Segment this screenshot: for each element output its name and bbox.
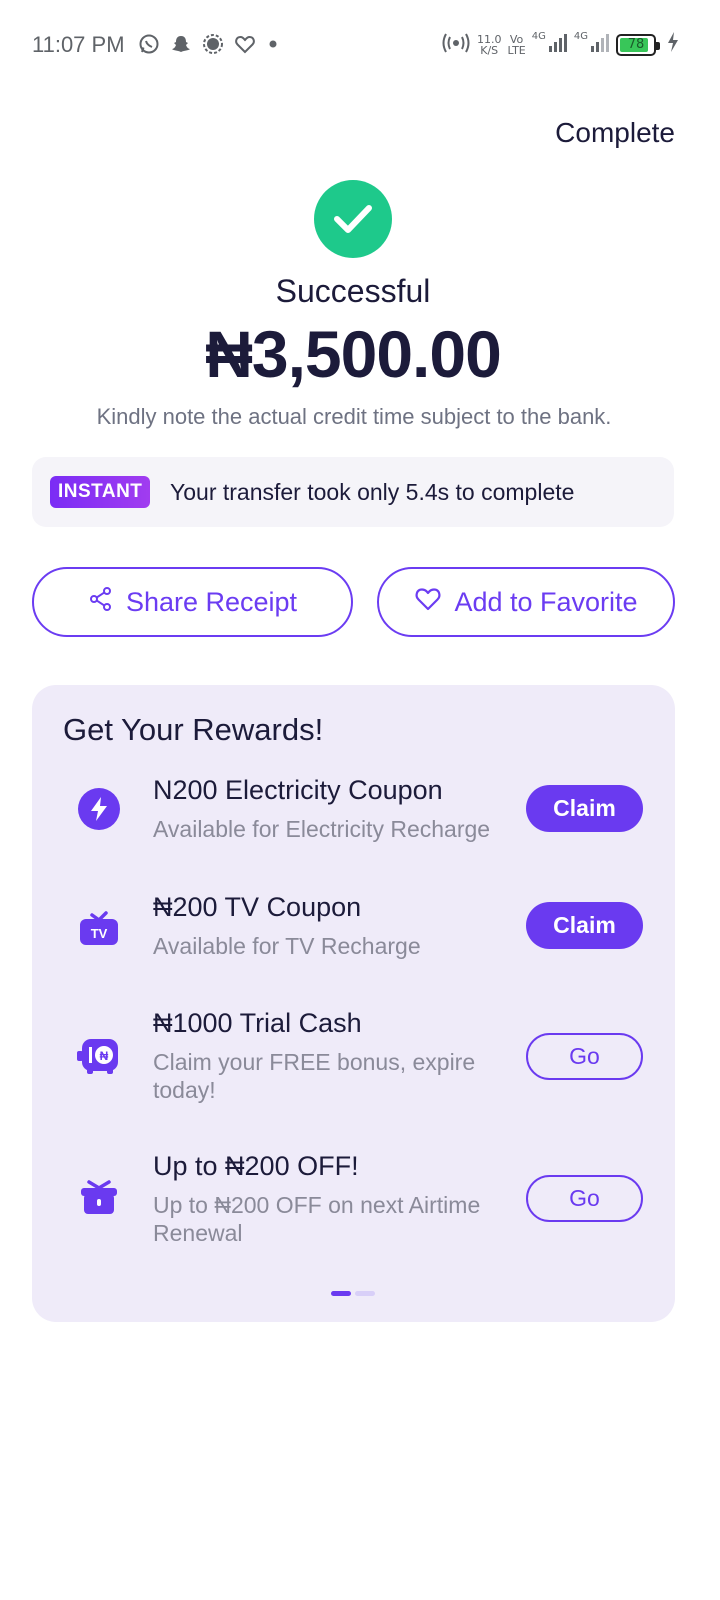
gift-icon bbox=[76, 1175, 122, 1221]
heart-icon bbox=[234, 33, 256, 55]
instant-text: Your transfer took only 5.4s to complete bbox=[170, 479, 575, 505]
signal-app-icon bbox=[202, 33, 224, 55]
reward-subtitle: Available for TV Recharge bbox=[153, 933, 421, 959]
reward-subtitle: Up to ₦200 OFF on next Airtime Renewal bbox=[153, 1192, 481, 1246]
volte-top: Vo bbox=[509, 32, 524, 46]
share-receipt-button[interactable]: Share Receipt bbox=[32, 567, 353, 637]
volte-indicator: Vo LTE bbox=[507, 34, 525, 56]
hotspot-icon bbox=[441, 30, 471, 59]
reward-title: ₦1000 Trial Cash bbox=[153, 1008, 362, 1038]
net-speed-unit: K/S bbox=[480, 43, 499, 57]
status-bar: 11:07 PM 11.0 K/S Vo LTE 4G 4G 78 bbox=[0, 0, 720, 92]
system-status: 11.0 K/S Vo LTE 4G 4G 78 bbox=[441, 30, 680, 59]
success-check-icon bbox=[314, 180, 392, 258]
reward-title: ₦200 TV Coupon bbox=[153, 892, 362, 922]
share-icon bbox=[88, 586, 114, 619]
battery-level: 78 bbox=[627, 36, 645, 52]
sim1-network-label: 4G bbox=[531, 31, 546, 42]
instant-badge: INSTANT bbox=[50, 476, 151, 508]
credit-time-note: Kindly note the actual credit time subje… bbox=[96, 404, 612, 429]
svg-text:₦: ₦ bbox=[100, 1049, 109, 1063]
instant-banner: INSTANT Your transfer took only 5.4s to … bbox=[32, 457, 674, 527]
sim2-network-label: 4G bbox=[573, 31, 588, 42]
signal-bars-icon bbox=[548, 31, 568, 58]
tv-icon: TV bbox=[76, 904, 122, 950]
net-speed: 11.0 K/S bbox=[477, 34, 502, 56]
notification-icons bbox=[138, 33, 280, 55]
claim-button[interactable]: Claim bbox=[526, 902, 643, 949]
charging-icon bbox=[666, 31, 680, 58]
carousel-pager bbox=[331, 1291, 375, 1296]
battery-icon: 78 bbox=[616, 33, 660, 56]
reward-subtitle: Claim your FREE bonus, expire today! bbox=[153, 1049, 476, 1103]
share-receipt-label: Share Receipt bbox=[125, 586, 298, 617]
status-title: Successful bbox=[275, 273, 431, 309]
pager-dot-active[interactable] bbox=[331, 1291, 351, 1296]
heart-outline-icon bbox=[414, 586, 442, 619]
snapchat-icon bbox=[170, 33, 192, 55]
piggy-bank-icon: ₦ bbox=[76, 1032, 122, 1078]
rewards-title: Get Your Rewards! bbox=[63, 712, 324, 747]
whatsapp-icon bbox=[138, 33, 160, 55]
reward-title: Up to ₦200 OFF! bbox=[153, 1151, 359, 1181]
status-time: 11:07 PM bbox=[32, 32, 125, 57]
transfer-amount: ₦3,500.00 bbox=[205, 317, 502, 391]
reward-title: N200 Electricity Coupon bbox=[153, 775, 443, 805]
rewards-card: Get Your Rewards! N200 Electricity Coupo… bbox=[32, 685, 675, 1322]
go-button[interactable]: Go bbox=[526, 1175, 643, 1222]
svg-text:TV: TV bbox=[91, 926, 108, 941]
pager-dot[interactable] bbox=[355, 1291, 375, 1296]
volte-bottom: LTE bbox=[507, 43, 526, 57]
add-to-favorite-label: Add to Favorite bbox=[454, 586, 638, 617]
lightning-icon bbox=[76, 786, 122, 832]
add-to-favorite-button[interactable]: Add to Favorite bbox=[377, 567, 675, 637]
go-button[interactable]: Go bbox=[526, 1033, 643, 1080]
complete-button[interactable]: Complete bbox=[555, 117, 675, 149]
dot-icon bbox=[266, 33, 280, 55]
reward-subtitle: Available for Electricity Recharge bbox=[153, 816, 491, 842]
signal-bars-icon bbox=[590, 31, 610, 58]
net-speed-value: 11.0 bbox=[476, 32, 502, 46]
claim-button[interactable]: Claim bbox=[526, 785, 643, 832]
